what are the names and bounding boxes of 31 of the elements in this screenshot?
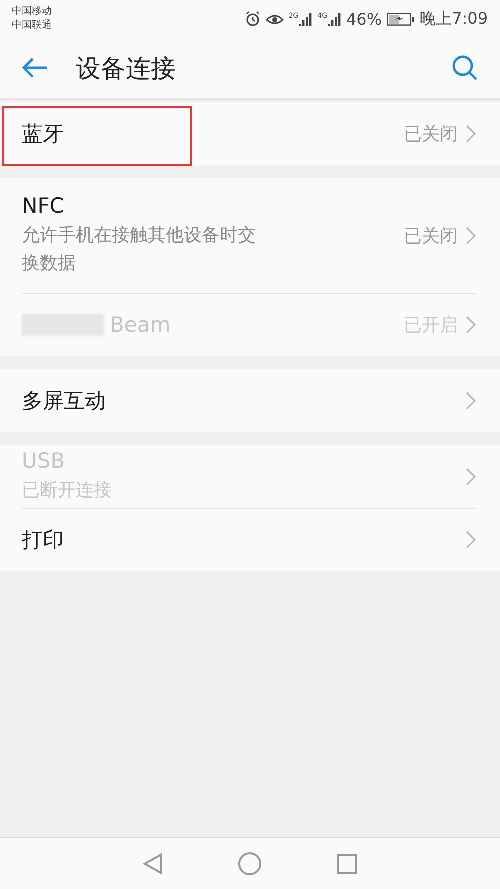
clock-time: 晚上7:09	[420, 8, 488, 30]
home-circle-icon[interactable]	[238, 852, 262, 876]
settings-row[interactable]: 蓝牙 已关闭	[22, 102, 476, 165]
settings-row[interactable]: NFC 允许手机在接触其他设备时交换数据 已关闭	[22, 178, 476, 293]
chevron-icon	[466, 392, 476, 410]
row-title: 蓝牙	[22, 120, 64, 148]
carrier-name: 中国移动	[12, 5, 52, 19]
battery-percent: 46%	[346, 10, 382, 28]
chevron-icon	[466, 316, 476, 334]
recents-square-icon[interactable]	[337, 854, 357, 874]
row-subtitle: 允许手机在接触其他设备时交换数据	[22, 224, 257, 276]
page-title: 设备连接	[76, 52, 177, 84]
alarm-icon	[244, 11, 261, 27]
chevron-icon	[466, 468, 476, 486]
back-triangle-icon[interactable]	[143, 852, 163, 874]
signal-icon	[328, 12, 342, 26]
row-title: NFC	[22, 194, 64, 218]
row-status: 已关闭	[404, 122, 458, 146]
signal-icon	[298, 12, 313, 26]
row-status: 已关闭	[404, 224, 458, 248]
settings-row[interactable]: 打印	[22, 508, 476, 571]
settings-row[interactable]: 多屏互动	[22, 369, 476, 432]
carrier-name: 中国联通	[12, 19, 52, 33]
battery-charging-icon	[387, 12, 416, 26]
row-title: 多屏互动	[22, 388, 106, 414]
chevron-icon	[466, 226, 476, 244]
row-title: 打印	[22, 527, 64, 554]
back-arrow-icon[interactable]	[22, 57, 48, 79]
search-icon[interactable]	[452, 55, 478, 81]
chevron-icon	[466, 531, 476, 549]
chevron-icon	[466, 124, 476, 142]
